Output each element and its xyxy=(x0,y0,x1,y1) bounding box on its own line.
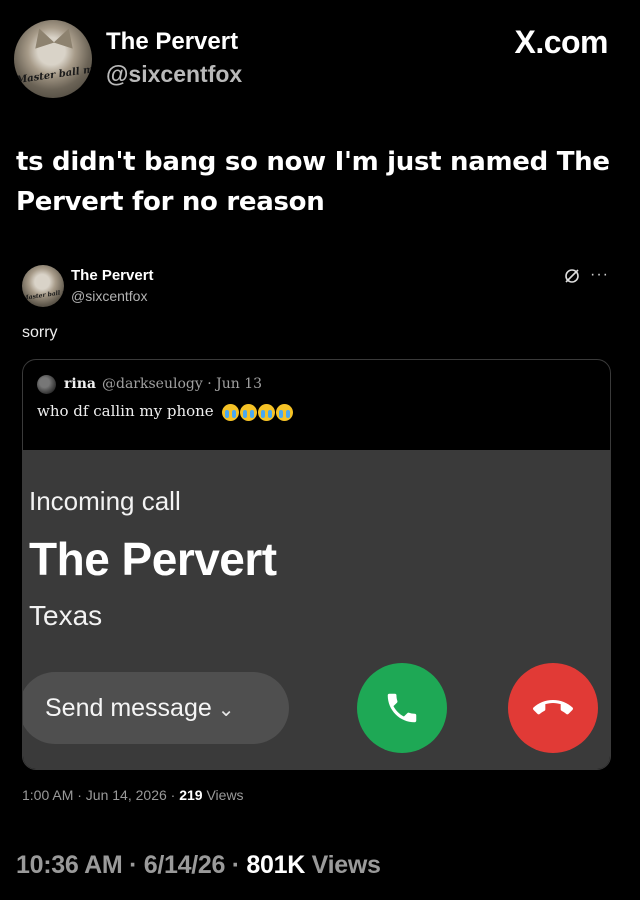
embedded-avatar[interactable]: Master ball me xyxy=(22,265,64,307)
loudly-crying-emoji-icon xyxy=(276,403,294,421)
caller-name: The Pervert xyxy=(29,533,277,585)
post-timestamp: 10:36 AM · 6/14/26 · xyxy=(16,851,240,879)
crying-emoji-group xyxy=(222,403,294,421)
quoted-text: who df callin my phone xyxy=(37,402,214,420)
embedded-post-text: sorry xyxy=(22,324,58,341)
display-name[interactable]: The Pervert xyxy=(106,28,238,56)
loudly-crying-emoji-icon xyxy=(222,403,240,421)
decline-call-button[interactable] xyxy=(508,663,598,753)
accept-call-button[interactable] xyxy=(357,663,447,753)
embedded-user-handle[interactable]: @sixcentfox xyxy=(71,288,147,304)
tweet-text: ts didn't bang so now I'm just named The… xyxy=(16,147,610,217)
chevron-down-icon: ⌄ xyxy=(217,699,235,721)
embedded-avatar-caption: Master ball me xyxy=(22,287,64,302)
more-icon[interactable]: ··· xyxy=(590,266,609,284)
incoming-call-label: Incoming call xyxy=(29,486,181,516)
post-views-count[interactable]: 801K xyxy=(246,851,305,879)
grok-icon[interactable] xyxy=(564,268,580,284)
caller-location: Texas xyxy=(29,600,103,631)
user-handle[interactable]: @sixcentfox xyxy=(106,61,242,88)
quoted-post[interactable]: rina @darkseulogy · Jun 13 who df callin… xyxy=(22,359,611,770)
incoming-call-screenshot: Incoming call The Pervert Texas Send mes… xyxy=(23,450,610,769)
profile-avatar[interactable]: Master ball me xyxy=(14,20,92,98)
avatar-caption: Master ball me xyxy=(15,63,92,87)
phone-decline-icon xyxy=(533,700,573,715)
site-label: X.com xyxy=(514,24,608,60)
embedded-views-count: 219 xyxy=(179,787,203,803)
quoted-text-line: who df callin my phone xyxy=(37,402,294,421)
send-message-button[interactable]: Send message ⌄ xyxy=(23,672,289,744)
post-views-label: Views xyxy=(311,851,381,879)
quoted-avatar[interactable] xyxy=(37,375,56,394)
phone-accept-icon xyxy=(387,693,417,723)
loudly-crying-emoji-icon xyxy=(240,403,258,421)
quoted-display-name[interactable]: rina xyxy=(64,376,96,392)
embedded-timestamp: 1:00 AM · Jun 14, 2026 · xyxy=(22,787,176,803)
loudly-crying-emoji-icon xyxy=(258,403,276,421)
quoted-handle-date: @darkseulogy · Jun 13 xyxy=(102,376,263,392)
send-message-label: Send message xyxy=(45,694,212,722)
embedded-post-meta: 1:00 AM · Jun 14, 2026 · 219 Views xyxy=(22,787,244,803)
embedded-display-name[interactable]: The Pervert xyxy=(71,267,154,284)
embedded-views-label: Views xyxy=(206,787,244,803)
post-meta: 10:36 AM · 6/14/26 · 801K Views xyxy=(16,851,381,880)
